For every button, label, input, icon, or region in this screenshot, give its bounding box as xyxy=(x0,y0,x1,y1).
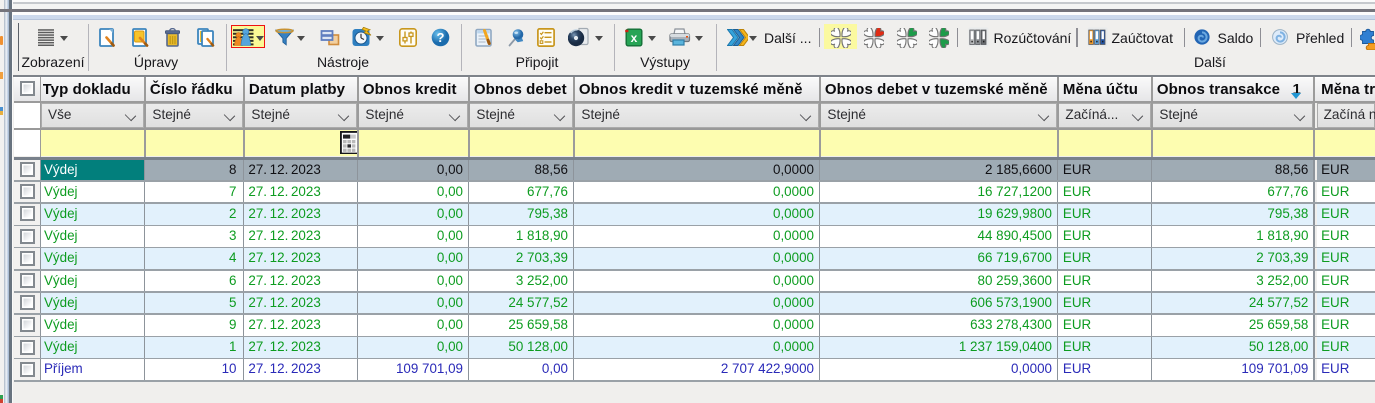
svg-text:x: x xyxy=(630,31,637,45)
svg-text:?: ? xyxy=(436,30,444,45)
